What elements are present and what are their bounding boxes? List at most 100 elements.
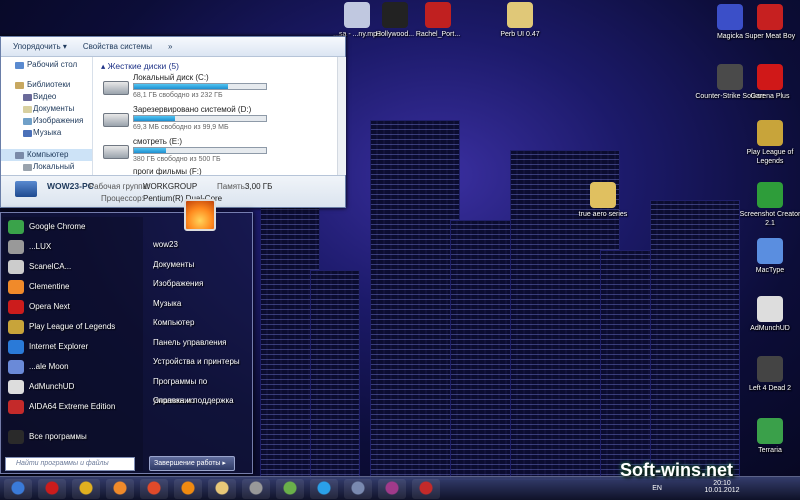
skype-taskbar-icon[interactable] <box>310 479 338 499</box>
start-program-item[interactable]: ScanelCA... <box>3 257 143 277</box>
desktop-icon[interactable]: Terraria <box>735 418 800 455</box>
computer-icon <box>15 181 37 197</box>
navigation-pane: Рабочий стол Библиотеки Видео Документы … <box>1 57 93 183</box>
nav-item-music[interactable]: Музыка <box>1 127 92 139</box>
more-button[interactable]: » <box>168 42 172 51</box>
music-icon <box>23 130 32 137</box>
media-player-taskbar-icon[interactable] <box>106 479 134 499</box>
nav-item-libraries[interactable]: Библиотеки <box>1 79 92 91</box>
app-icon <box>757 64 783 90</box>
start-link[interactable]: Панель управления <box>147 333 251 353</box>
start-link[interactable]: Изображения <box>147 274 251 294</box>
nav-item-video[interactable]: Видео <box>1 91 92 103</box>
program-icon <box>8 240 24 254</box>
start-orb-taskbar-icon[interactable] <box>4 479 32 499</box>
desktop-icon[interactable]: Screenshot Creator 2.1 <box>735 182 800 228</box>
start-program-item[interactable]: AIDA64 Extreme Edition <box>3 397 143 417</box>
drive-usage-bar <box>133 147 267 154</box>
drive-usage-bar <box>133 83 267 90</box>
drive-item[interactable]: Локальный диск (C:) 68,1 ГБ свободно из … <box>103 73 333 103</box>
group-header[interactable]: ▴ Жесткие диски (5) <box>93 57 337 72</box>
desktop-icon[interactable]: MacType <box>735 238 800 275</box>
clock[interactable]: 20:10 10.01.2012 <box>702 480 742 494</box>
explorer-window[interactable]: Упорядочить ▾ Свойства системы » Рабочий… <box>0 36 346 208</box>
drive-usage-bar <box>133 115 267 122</box>
scrollbar[interactable] <box>337 57 346 175</box>
user-picture[interactable] <box>184 199 216 231</box>
desktop-icon[interactable]: Left 4 Dead 2 <box>735 356 800 393</box>
computer-icon <box>15 152 24 159</box>
app-icon <box>757 418 783 444</box>
program-icon <box>8 360 24 374</box>
start-program-item[interactable]: ...LUX <box>3 237 143 257</box>
start-program-item[interactable]: Google Chrome <box>3 217 143 237</box>
desktop-icon[interactable]: Super Meat Boy <box>735 4 800 41</box>
paint-taskbar-icon[interactable] <box>72 479 100 499</box>
nav-item-pictures[interactable]: Изображения <box>1 115 92 127</box>
drives-pane: ▴ Жесткие диски (5) Локальный диск (C:) … <box>93 57 337 175</box>
nav-item-documents[interactable]: Документы <box>1 103 92 115</box>
language-indicator[interactable]: EN <box>652 485 662 492</box>
nav-item-local-disk[interactable]: Локальный диск <box>1 161 92 183</box>
desktop-icon <box>15 62 24 69</box>
folder-icon <box>507 2 533 28</box>
opera-taskbar-icon[interactable] <box>38 479 66 499</box>
winrar-taskbar-icon[interactable] <box>378 479 406 499</box>
start-link[interactable]: Устройства и принтеры <box>147 352 251 372</box>
network-taskbar-icon[interactable] <box>344 479 372 499</box>
daemon-taskbar-icon[interactable] <box>242 479 270 499</box>
start-program-item[interactable]: ...ale Moon <box>3 357 143 377</box>
alien-icon <box>425 2 451 28</box>
desktop-icon[interactable]: AdMunchUD <box>735 296 800 333</box>
program-icon <box>8 340 24 354</box>
pictures-icon <box>23 118 32 125</box>
start-link[interactable]: wow23 <box>147 235 251 255</box>
nav-item-desktop[interactable]: Рабочий стол <box>1 59 92 71</box>
start-program-item[interactable]: Internet Explorer <box>3 337 143 357</box>
start-menu: Google Chrome ...LUX ScanelCA... Clementine… <box>0 199 253 474</box>
program-icon <box>8 320 24 334</box>
explorer-taskbar-icon[interactable] <box>208 479 236 499</box>
start-link[interactable]: Программы по умолчанию <box>147 372 251 406</box>
desktop-icon[interactable]: Garena Plus <box>735 64 800 101</box>
nav-item-computer[interactable]: Компьютер <box>1 149 92 161</box>
desktop-icon[interactable]: Rachel_Port... <box>403 2 473 39</box>
start-link[interactable]: Документы <box>147 255 251 275</box>
start-program-item[interactable]: Все программы <box>3 427 143 447</box>
hard-drive-icon <box>103 81 129 95</box>
app-icon <box>757 4 783 30</box>
drive-item[interactable]: проги фильмы (F:) <box>103 167 333 175</box>
start-program-item[interactable]: Clementine <box>3 277 143 297</box>
start-program-item[interactable]: Opera Next <box>3 297 143 317</box>
video-icon <box>23 94 32 101</box>
start-program-item[interactable]: Play League of Legends <box>3 317 143 337</box>
vlc-taskbar-icon[interactable] <box>174 479 202 499</box>
system-properties-button[interactable]: Свойства системы <box>83 42 152 51</box>
aida-taskbar-icon[interactable] <box>412 479 440 499</box>
drive-item[interactable]: смотреть (E:) 380 ГБ свободно из 500 ГБ <box>103 137 333 167</box>
start-program-item[interactable]: AdMunchUD <box>3 377 143 397</box>
start-link[interactable]: Справка и поддержка <box>147 391 251 411</box>
utorrent-taskbar-icon[interactable] <box>276 479 304 499</box>
start-search-input[interactable]: Найти программы и файлы <box>5 457 135 471</box>
desktop-icon[interactable]: Play League of Legends <box>735 120 800 166</box>
program-icon <box>8 400 24 414</box>
folder-icon <box>590 182 616 208</box>
program-icon <box>8 380 24 394</box>
details-pane: WOW23-PC Рабочая группа: WORKGROUP Памят… <box>1 175 345 207</box>
jellyfish-taskbar-icon[interactable] <box>140 479 168 499</box>
start-link[interactable]: Компьютер <box>147 313 251 333</box>
shutdown-button[interactable]: Завершение работы ▸ <box>149 456 235 471</box>
program-icon <box>8 220 24 234</box>
library-icon <box>15 82 24 89</box>
drive-item[interactable]: Зарезервировано системой (D:) 69,3 МБ св… <box>103 105 333 135</box>
app-icon <box>757 120 783 146</box>
app-icon <box>757 238 783 264</box>
organize-button[interactable]: Упорядочить ▾ <box>13 42 67 51</box>
app-icon <box>757 182 783 208</box>
start-link[interactable]: Музыка <box>147 294 251 314</box>
drive-icon <box>23 164 32 171</box>
desktop-icon[interactable]: Perb UI 0.47 <box>485 2 555 39</box>
desktop-icon-folder[interactable]: true aero series <box>568 182 638 219</box>
start-program-list: Google Chrome ...LUX ScanelCA... Clementine… <box>3 217 143 471</box>
